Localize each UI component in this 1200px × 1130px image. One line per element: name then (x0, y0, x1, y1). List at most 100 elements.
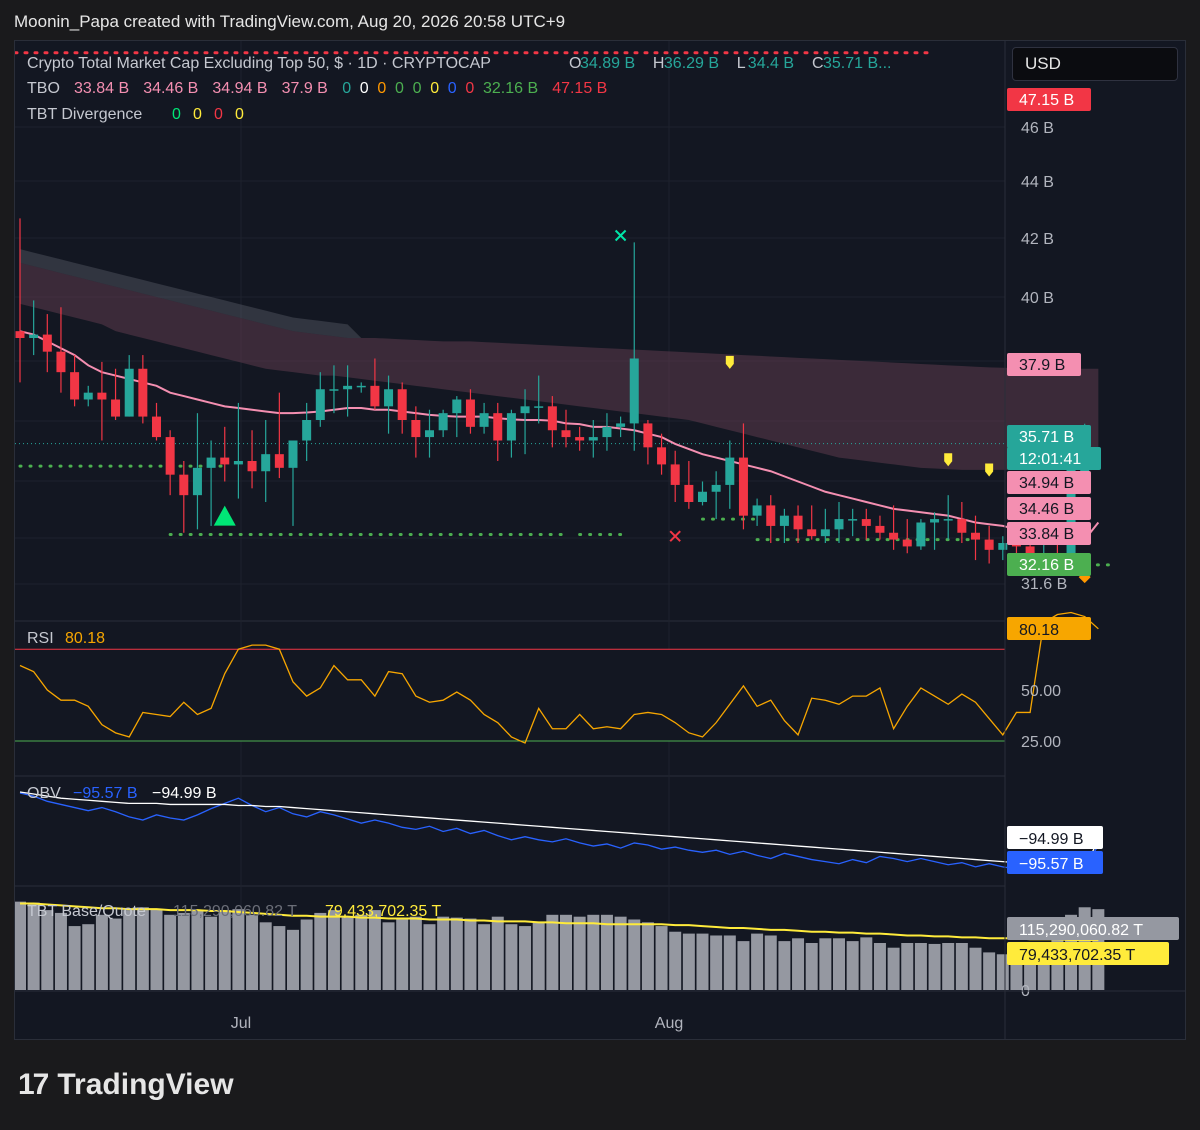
candle-body (670, 464, 680, 485)
ohlc-value: 34.4 B (748, 55, 794, 72)
candle-body (302, 420, 312, 441)
volume-bar (54, 912, 67, 990)
candle-body (575, 437, 585, 441)
candle-body (684, 484, 694, 502)
price-axis-label: 34.46 B (1019, 501, 1074, 518)
volume-bar (587, 914, 600, 990)
candle-body (534, 406, 544, 408)
chart-caption: Moonin_Papa created with TradingView.com… (14, 12, 566, 31)
candle-body (42, 334, 52, 352)
volume-bar (914, 943, 927, 990)
chart-frame[interactable]: Crypto Total Market Cap Excluding Top 50… (14, 40, 1186, 1040)
volume-bar (396, 918, 409, 990)
volume-bar (873, 943, 886, 990)
candle-body (520, 406, 530, 414)
candle-body (889, 532, 899, 540)
volume-bar (464, 918, 477, 990)
candle-body (725, 457, 735, 485)
obv-value: −95.57 B (73, 785, 138, 802)
rsi-tick: 50.00 (1021, 683, 1061, 700)
candle-body (438, 413, 448, 431)
ohlc-label: C (812, 55, 824, 72)
volume-bar (368, 910, 381, 990)
volume-bar (218, 910, 231, 990)
volume-bar (778, 941, 791, 990)
volume-bar (792, 938, 805, 990)
volume-ma-value: 79,433,702.35 T (325, 903, 441, 920)
volume-axis-label: 79,433,702.35 T (1019, 947, 1135, 964)
tbo-value: 0 (430, 80, 439, 97)
price-tick: 44 B (1021, 174, 1054, 191)
signal-cross-stroke (669, 530, 681, 542)
candle-body (930, 519, 940, 523)
price-tick: 42 B (1021, 231, 1054, 248)
volume-bar (969, 947, 982, 990)
price-axis-label: 35.71 B (1019, 429, 1074, 446)
divergence-pin (985, 463, 994, 477)
volume-bar (205, 916, 218, 990)
candle-body (766, 505, 776, 526)
divergence-value: 0 (214, 106, 223, 123)
volume-bar (655, 926, 668, 990)
candle-body (138, 368, 148, 417)
price-axis-label: 33.84 B (1019, 526, 1074, 543)
candle-body (506, 413, 516, 441)
tradingview-mark-icon: 17 (18, 1068, 49, 1101)
price-axis-label: 32.16 B (1019, 557, 1074, 574)
candle-body (274, 454, 284, 468)
volume-bar (341, 916, 354, 990)
tradingview-wordmark: TradingView (57, 1068, 234, 1101)
candle-body (793, 515, 803, 530)
volume-label: TBT Base/Quote (27, 903, 146, 920)
volume-bar (942, 943, 955, 990)
tbo-value: 0 (413, 80, 422, 97)
candle-body (97, 392, 107, 400)
candle-body (971, 532, 980, 540)
time-axis-label: Jul (231, 1015, 251, 1032)
divergence-value: 0 (235, 106, 244, 123)
candle-body (479, 413, 489, 427)
candle-body (643, 423, 653, 448)
candle-body (875, 525, 885, 533)
tbo-value: 0 (395, 80, 404, 97)
candle-body (370, 385, 380, 407)
volume-bar (273, 926, 286, 990)
volume-bar (246, 914, 259, 990)
obv-axis-label: −95.57 B (1019, 856, 1084, 873)
candle-body (206, 457, 216, 468)
volume-bar (68, 926, 81, 990)
candle-body (29, 334, 39, 338)
volume-bar (901, 943, 914, 990)
chart-canvas[interactable]: Crypto Total Market Cap Excluding Top 50… (15, 41, 1185, 1039)
tbo-value: 0 (465, 80, 474, 97)
tbo-value: 34.46 B (143, 80, 198, 97)
candle-body (111, 399, 121, 417)
candle-body (588, 437, 598, 441)
volume-bar (177, 912, 190, 990)
price-tick: 46 B (1021, 120, 1054, 137)
candle-body (629, 358, 639, 424)
signal-cross (669, 530, 681, 542)
volume-bar (109, 918, 122, 990)
rsi-label: RSI (27, 630, 54, 647)
currency-selector[interactable]: USD (1012, 47, 1178, 81)
price-tick: 31.6 B (1021, 576, 1067, 593)
buy-signal-triangle (213, 505, 236, 526)
rsi-tick: 25.00 (1021, 734, 1061, 751)
volume-bar (150, 909, 163, 990)
volume-bar (232, 909, 245, 990)
volume-bar (723, 935, 736, 990)
candle-body (247, 461, 257, 472)
candle-body (83, 392, 93, 400)
tbo-value: 0 (342, 80, 351, 97)
volume-bar (409, 916, 422, 990)
candle-body (861, 519, 871, 526)
volume-bar (15, 901, 26, 990)
candle-body (124, 368, 134, 417)
candle-body (752, 505, 762, 516)
candle-body (998, 543, 1008, 550)
candle-body (15, 331, 25, 338)
candle-body (943, 519, 953, 521)
candle-body (452, 399, 462, 414)
candle-body (165, 437, 175, 475)
